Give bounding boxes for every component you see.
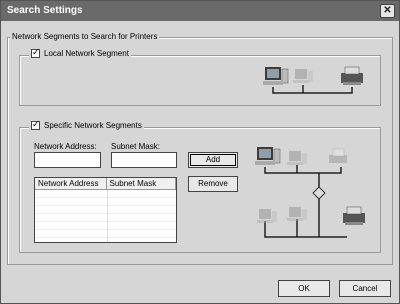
window-title: Search Settings [7, 5, 83, 16]
column-subnet-mask[interactable]: Subnet Mask [106, 178, 176, 189]
list-item [35, 230, 176, 238]
title-bar: Search Settings ✕ [1, 1, 399, 21]
ok-button[interactable]: OK [278, 280, 330, 297]
network-segment-list[interactable]: Network Address Subnet Mask [34, 177, 177, 243]
segments-group-title: Network Segments to Search for Printers [10, 32, 160, 41]
specific-segment-checkbox[interactable] [31, 119, 40, 131]
computer-icon [263, 67, 289, 85]
list-body [35, 190, 176, 242]
computer-icon [287, 151, 307, 165]
printer-icon [329, 148, 347, 163]
remove-button[interactable]: Remove [188, 176, 238, 192]
printer-icon [343, 206, 365, 225]
add-button[interactable]: Add [188, 152, 238, 168]
subnet-mask-input[interactable] [111, 152, 177, 168]
local-segment-checkbox-row[interactable]: Local Network Segment [29, 47, 131, 59]
column-network-address[interactable]: Network Address [35, 178, 107, 189]
close-button[interactable]: ✕ [380, 4, 395, 18]
computer-icon [257, 209, 277, 223]
router-icon [312, 186, 326, 200]
list-item [35, 214, 176, 222]
list-item [35, 190, 176, 198]
list-item [35, 198, 176, 206]
network-address-input[interactable] [34, 152, 101, 168]
printer-icon [341, 66, 363, 85]
computer-icon [293, 69, 313, 83]
cancel-button[interactable]: Cancel [339, 280, 391, 297]
list-header: Network Address Subnet Mask [35, 178, 176, 190]
specific-segment-checkbox-row[interactable]: Specific Network Segments [29, 119, 144, 131]
computer-icon [287, 207, 307, 221]
specific-network-illustration [255, 147, 365, 238]
search-settings-dialog: Search Settings ✕ Network Segments to Se… [0, 0, 400, 304]
subnet-mask-label: Subnet Mask: [111, 142, 160, 151]
specific-segment-label: Specific Network Segments [44, 121, 142, 130]
local-network-illustration [263, 66, 363, 94]
list-item [35, 222, 176, 230]
local-segment-checkbox[interactable] [31, 47, 40, 59]
computer-icon [255, 147, 281, 165]
close-icon: ✕ [383, 5, 392, 16]
local-segment-label: Local Network Segment [44, 49, 129, 58]
column-separator [107, 190, 108, 242]
network-address-label: Network Address: [34, 142, 97, 151]
list-item [35, 206, 176, 214]
